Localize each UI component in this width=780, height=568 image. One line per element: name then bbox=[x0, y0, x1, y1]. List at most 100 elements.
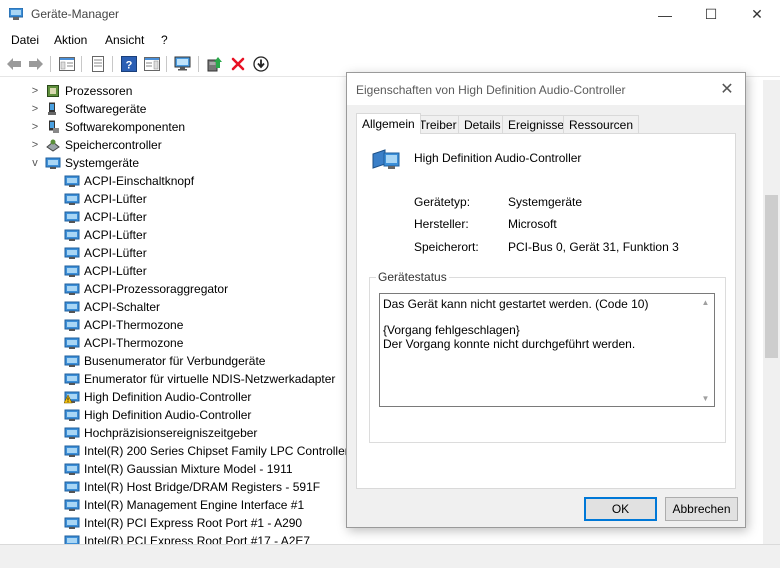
tree-device-item[interactable]: ACPI-Prozessoraggregator bbox=[64, 280, 228, 298]
update-driver-button[interactable] bbox=[206, 55, 224, 73]
minimize-button[interactable]: — bbox=[642, 0, 688, 29]
device-status-title: Gerätestatus bbox=[376, 270, 449, 284]
close-icon: ✕ bbox=[751, 6, 763, 22]
chevron-right-icon[interactable]: > bbox=[30, 136, 40, 154]
tree-device-item[interactable]: ACPI-Lüfter bbox=[64, 208, 147, 226]
tab-allgemein[interactable]: Allgemein bbox=[356, 113, 421, 134]
status-line: Der Vorgang konnte nicht durchgeführt we… bbox=[383, 337, 636, 351]
properties-dialog: Eigenschaften von High Definition Audio-… bbox=[346, 72, 746, 528]
cancel-button[interactable]: Abbrechen bbox=[665, 497, 738, 521]
system-device-icon bbox=[64, 175, 80, 187]
tree-device-item[interactable]: ACPI-Schalter bbox=[64, 298, 160, 316]
tree-device-item[interactable]: Intel(R) Gaussian Mixture Model - 1911 bbox=[64, 460, 293, 478]
audio-controller-icon bbox=[372, 149, 400, 169]
manufacturer-value: Microsoft bbox=[508, 217, 557, 231]
scroll-up-icon[interactable]: ▲ bbox=[697, 294, 714, 310]
ok-button[interactable]: OK bbox=[584, 497, 657, 521]
tree-device-item[interactable]: Intel(R) PCI Express Root Port #17 - A2E… bbox=[64, 532, 310, 544]
uninstall-device-button[interactable] bbox=[229, 55, 247, 73]
menu-help[interactable]: ? bbox=[161, 33, 168, 47]
console-tree-icon bbox=[59, 57, 75, 71]
back-arrow-icon bbox=[7, 58, 21, 70]
status-line: {Vorgang fehlgeschlagen} bbox=[383, 323, 520, 337]
maximize-button[interactable]: ☐ bbox=[688, 0, 734, 29]
tree-device-item[interactable]: High Definition Audio-Controller bbox=[64, 388, 251, 406]
system-device-icon bbox=[64, 337, 80, 349]
system-device-icon bbox=[64, 355, 80, 367]
tree-device-item[interactable]: ACPI-Lüfter bbox=[64, 226, 147, 244]
device-warning-icon bbox=[64, 391, 80, 404]
help-icon: ? bbox=[121, 56, 137, 72]
tree-device-item[interactable]: Busenumerator für Verbundgeräte bbox=[64, 352, 265, 370]
forward-button[interactable] bbox=[27, 55, 45, 73]
tree-device-item[interactable]: ACPI-Lüfter bbox=[64, 262, 147, 280]
device-status-textbox[interactable]: Das Gerät kann nicht gestartet werden. (… bbox=[379, 293, 715, 407]
dialog-title: Eigenschaften von High Definition Audio-… bbox=[356, 83, 626, 97]
tab-label: Treiber bbox=[419, 117, 457, 132]
back-button[interactable] bbox=[5, 55, 23, 73]
tree-label: Systemgeräte bbox=[65, 156, 140, 170]
tree-label: Enumerator für virtuelle NDIS-Netzwerkad… bbox=[84, 372, 336, 386]
tree-device-item[interactable]: Enumerator für virtuelle NDIS-Netzwerkad… bbox=[64, 370, 335, 388]
download-circle-icon bbox=[253, 56, 269, 72]
tab-details[interactable]: Details bbox=[458, 115, 507, 133]
tab-label: Allgemein bbox=[362, 117, 415, 131]
tree-device-item[interactable]: ACPI-Thermozone bbox=[64, 316, 183, 334]
close-icon: ✕ bbox=[720, 81, 734, 98]
tree-device-item[interactable]: ACPI-Lüfter bbox=[64, 190, 147, 208]
menu-ansicht[interactable]: Ansicht bbox=[105, 33, 144, 47]
tab-ereignisse[interactable]: Ereignisse bbox=[502, 115, 571, 133]
tab-label: Ressourcen bbox=[569, 117, 634, 132]
tree-label: Busenumerator für Verbundgeräte bbox=[84, 354, 266, 368]
tree-device-item[interactable]: ACPI-Lüfter bbox=[64, 244, 147, 262]
chevron-right-icon[interactable]: > bbox=[30, 118, 40, 136]
action-pane-icon bbox=[144, 57, 160, 71]
tree-device-item[interactable]: ACPI-Thermozone bbox=[64, 334, 183, 352]
system-device-icon bbox=[64, 499, 80, 511]
processor-icon bbox=[47, 85, 59, 97]
vertical-scrollbar[interactable] bbox=[763, 80, 780, 544]
system-device-icon bbox=[64, 463, 80, 475]
tree-device-item[interactable]: Intel(R) PCI Express Root Port #1 - A290 bbox=[64, 514, 302, 532]
tree-device-item[interactable]: Hochpräzisionsereigniszeitgeber bbox=[64, 424, 257, 442]
system-device-icon bbox=[64, 319, 80, 331]
system-device-icon bbox=[64, 283, 80, 295]
tree-label: ACPI-Schalter bbox=[84, 300, 161, 314]
system-device-icon bbox=[64, 265, 80, 277]
tab-label: Ereignisse bbox=[508, 117, 565, 132]
tree-label: ACPI-Lüfter bbox=[84, 264, 147, 278]
tree-device-item[interactable]: ACPI-Einschaltknopf bbox=[64, 172, 194, 190]
scan-hardware-button[interactable] bbox=[174, 55, 192, 73]
console-tree-button[interactable] bbox=[58, 55, 76, 73]
tree-label: Softwarekomponenten bbox=[65, 120, 186, 134]
system-device-icon bbox=[64, 427, 80, 439]
disable-device-button[interactable] bbox=[252, 55, 270, 73]
action-pane-button[interactable] bbox=[143, 55, 161, 73]
tree-device-item[interactable]: Intel(R) 200 Series Chipset Family LPC C… bbox=[64, 442, 363, 460]
cancel-label: Abbrechen bbox=[672, 502, 731, 516]
scroll-down-icon[interactable]: ▼ bbox=[697, 390, 714, 406]
chevron-right-icon[interactable]: > bbox=[30, 82, 40, 100]
menu-datei[interactable]: Datei bbox=[11, 33, 39, 47]
monitor-scan-icon bbox=[174, 56, 191, 71]
properties-button[interactable] bbox=[89, 55, 107, 73]
minimize-icon: — bbox=[658, 6, 672, 23]
status-scrollbar[interactable]: ▲ ▼ bbox=[697, 294, 714, 406]
title-bar: Geräte-Manager — ☐ ✕ bbox=[0, 0, 780, 29]
scrollbar-thumb[interactable] bbox=[765, 195, 778, 358]
system-device-icon bbox=[64, 193, 80, 205]
tree-device-item[interactable]: Intel(R) Host Bridge/DRAM Registers - 59… bbox=[64, 478, 320, 496]
tab-ressourcen[interactable]: Ressourcen bbox=[563, 115, 640, 133]
chevron-down-icon[interactable]: v bbox=[30, 154, 40, 172]
tree-device-item[interactable]: Intel(R) Management Engine Interface #1 bbox=[64, 496, 304, 514]
chevron-right-icon[interactable]: > bbox=[30, 100, 40, 118]
tree-device-item[interactable]: High Definition Audio-Controller bbox=[64, 406, 251, 424]
menu-aktion[interactable]: Aktion bbox=[54, 33, 87, 47]
device-status-group: Gerätestatus Das Gerät kann nicht gestar… bbox=[369, 270, 726, 443]
close-button[interactable]: ✕ bbox=[734, 0, 780, 29]
system-device-icon bbox=[64, 445, 80, 457]
system-device-icon bbox=[64, 301, 80, 313]
help-button[interactable]: ? bbox=[120, 55, 138, 73]
dialog-close-button[interactable]: ✕ bbox=[715, 77, 739, 101]
tree-label: Intel(R) Host Bridge/DRAM Registers - 59… bbox=[84, 480, 321, 494]
